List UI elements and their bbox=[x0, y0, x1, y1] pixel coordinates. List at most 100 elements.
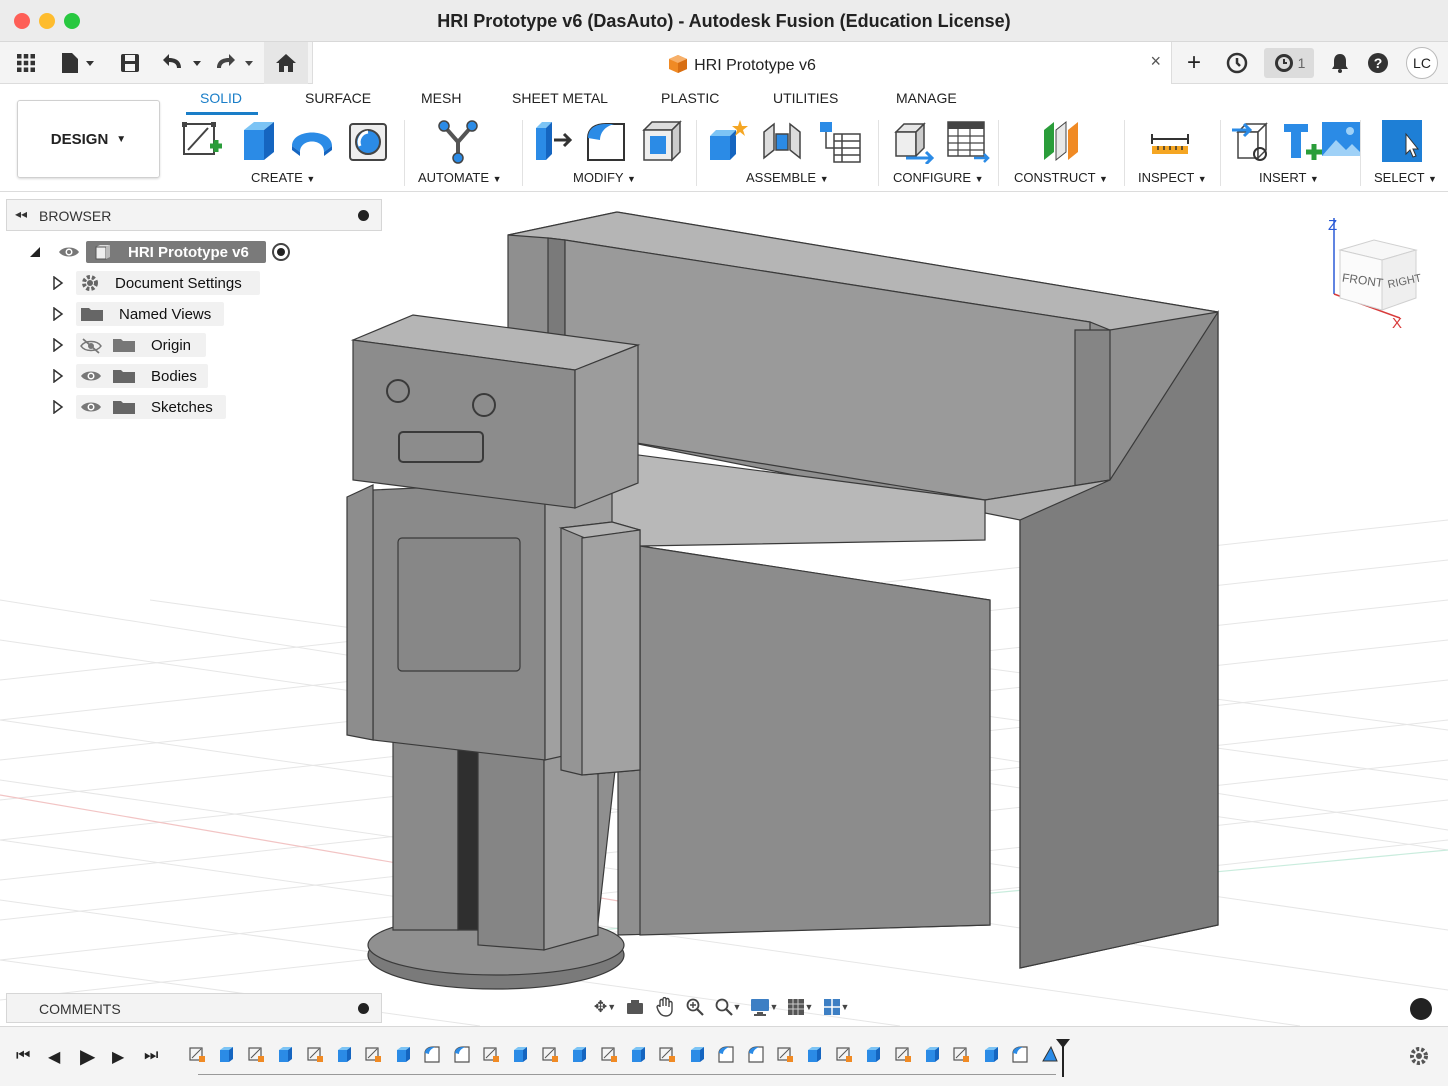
data-panel-grid-icon[interactable] bbox=[12, 48, 40, 78]
timeline-extrude-feature-icon[interactable] bbox=[805, 1045, 823, 1063]
timeline-extrude-feature-icon[interactable] bbox=[276, 1045, 294, 1063]
tree-root-row[interactable] bbox=[28, 240, 42, 264]
tab-utilities[interactable]: UTILITIES bbox=[773, 90, 838, 106]
browser-panel-header[interactable]: ◂◂ BROWSER bbox=[6, 199, 382, 231]
timeline-extrude-feature-icon[interactable] bbox=[217, 1045, 235, 1063]
timeline-sketch-feature-icon[interactable] bbox=[952, 1045, 970, 1063]
measure-icon[interactable] bbox=[1148, 118, 1192, 164]
timeline-extrude-feature-icon[interactable] bbox=[688, 1045, 706, 1063]
root-visibility-eye-icon[interactable] bbox=[58, 240, 80, 264]
tab-manage[interactable]: MANAGE bbox=[896, 90, 957, 106]
expand-triangle-icon[interactable] bbox=[52, 368, 64, 388]
look-at-icon[interactable] bbox=[620, 994, 650, 1020]
browser-pin-icon[interactable] bbox=[358, 210, 369, 221]
viewports-icon[interactable]: ▼ bbox=[818, 994, 854, 1020]
timeline-sketch-feature-icon[interactable] bbox=[776, 1045, 794, 1063]
timeline-extrude-feature-icon[interactable] bbox=[394, 1045, 412, 1063]
tree-root-item[interactable]: HRI Prototype v6 bbox=[86, 241, 266, 263]
tab-plastic[interactable]: PLASTIC bbox=[661, 90, 719, 106]
timeline-fillet-feature-icon[interactable] bbox=[453, 1045, 471, 1063]
timeline-sketch-feature-icon[interactable] bbox=[364, 1045, 382, 1063]
group-configure[interactable]: CONFIGURE ▼ bbox=[893, 170, 984, 185]
timeline-sketch-feature-icon[interactable] bbox=[247, 1045, 265, 1063]
expand-triangle-icon[interactable] bbox=[52, 337, 64, 357]
fit-icon[interactable]: ▼ bbox=[710, 994, 746, 1020]
joint-icon[interactable] bbox=[760, 118, 804, 164]
configure-icon[interactable] bbox=[892, 118, 936, 164]
timeline-play-icon[interactable]: ▶ bbox=[80, 1044, 95, 1069]
extensions-icon[interactable] bbox=[1222, 48, 1252, 78]
timeline-sketch-feature-icon[interactable] bbox=[658, 1045, 676, 1063]
notifications-bell-icon[interactable] bbox=[1326, 48, 1354, 78]
timeline-fillet-feature-icon[interactable] bbox=[717, 1045, 735, 1063]
shell-icon[interactable] bbox=[640, 118, 684, 164]
timeline-sketch-feature-icon[interactable] bbox=[482, 1045, 500, 1063]
tab-surface[interactable]: SURFACE bbox=[305, 90, 371, 106]
assistant-icon[interactable] bbox=[1410, 998, 1432, 1020]
visibility-eye-icon[interactable] bbox=[80, 369, 102, 388]
new-component-icon[interactable] bbox=[706, 118, 750, 164]
select-icon[interactable] bbox=[1380, 118, 1424, 164]
zoom-icon[interactable] bbox=[680, 994, 710, 1020]
robot-body[interactable] bbox=[346, 314, 641, 990]
timeline-extrude-feature-icon[interactable] bbox=[864, 1045, 882, 1063]
viewcube[interactable]: Z X FRONT RIGHT bbox=[1322, 214, 1432, 334]
timeline-settings-gear-icon[interactable] bbox=[1408, 1045, 1430, 1072]
timeline-fillet-feature-icon[interactable] bbox=[747, 1045, 765, 1063]
user-avatar[interactable]: LC bbox=[1406, 47, 1438, 79]
timeline-step-back-icon[interactable]: ◀ bbox=[48, 1047, 60, 1067]
timeline-extrude-feature-icon[interactable] bbox=[511, 1045, 529, 1063]
help-icon[interactable]: ? bbox=[1364, 48, 1392, 78]
grid-snaps-icon[interactable]: ▼ bbox=[782, 994, 818, 1020]
configuration-table-icon[interactable] bbox=[946, 118, 990, 164]
undo-icon[interactable] bbox=[160, 48, 208, 78]
group-automate[interactable]: AUTOMATE ▼ bbox=[418, 170, 502, 185]
timeline-step-forward-icon[interactable]: ▶︎ bbox=[112, 1047, 124, 1067]
group-modify[interactable]: MODIFY ▼ bbox=[573, 170, 636, 185]
tab-mesh[interactable]: MESH bbox=[421, 90, 461, 106]
create-sketch-icon[interactable] bbox=[180, 118, 224, 164]
timeline-sketch-feature-icon[interactable] bbox=[306, 1045, 324, 1063]
home-icon[interactable] bbox=[264, 42, 308, 84]
save-icon[interactable] bbox=[116, 48, 144, 78]
automate-icon[interactable] bbox=[436, 118, 480, 164]
visibility-eye-icon[interactable] bbox=[80, 400, 102, 419]
collapse-browser-icon[interactable]: ◂◂ bbox=[15, 207, 27, 221]
revolve-icon[interactable] bbox=[290, 118, 334, 164]
pan-hand-icon[interactable] bbox=[650, 994, 680, 1020]
comments-panel-header[interactable]: COMMENTS bbox=[6, 993, 382, 1023]
timeline-extrude-feature-icon[interactable] bbox=[335, 1045, 353, 1063]
display-settings-icon[interactable]: ▼ bbox=[746, 994, 782, 1020]
orbit-icon[interactable]: ✥ ▼ bbox=[590, 994, 620, 1020]
expand-triangle-icon[interactable] bbox=[52, 275, 64, 295]
timeline-sketch-feature-icon[interactable] bbox=[600, 1045, 618, 1063]
timeline-extrude-feature-icon[interactable] bbox=[570, 1045, 588, 1063]
extrude-icon[interactable] bbox=[236, 118, 280, 164]
group-assemble[interactable]: ASSEMBLE ▼ bbox=[746, 170, 829, 185]
document-tab[interactable]: HRI Prototype v6 × bbox=[312, 42, 1172, 84]
comments-add-icon[interactable] bbox=[358, 1003, 369, 1014]
timeline-extrude-feature-icon[interactable] bbox=[982, 1045, 1000, 1063]
timeline-extrude-feature-icon[interactable] bbox=[629, 1045, 647, 1063]
new-tab-button[interactable]: + bbox=[1180, 48, 1208, 78]
redo-icon[interactable] bbox=[212, 48, 260, 78]
timeline-sketch-feature-icon[interactable] bbox=[188, 1045, 206, 1063]
bill-of-materials-icon[interactable] bbox=[818, 118, 862, 164]
group-insert[interactable]: INSERT ▼ bbox=[1259, 170, 1319, 185]
collapse-triangle-icon[interactable] bbox=[28, 245, 42, 259]
hidden-eye-icon[interactable] bbox=[80, 338, 102, 359]
timeline-fillet-feature-icon[interactable] bbox=[1011, 1045, 1029, 1063]
timeline-plane-feature-icon[interactable] bbox=[1041, 1045, 1059, 1063]
press-pull-icon[interactable] bbox=[530, 118, 574, 164]
timeline-fillet-feature-icon[interactable] bbox=[423, 1045, 441, 1063]
group-select[interactable]: SELECT ▼ bbox=[1374, 170, 1437, 185]
offset-plane-icon[interactable] bbox=[1040, 118, 1084, 164]
activate-component-radio-icon[interactable] bbox=[270, 241, 292, 268]
timeline-sketch-feature-icon[interactable] bbox=[835, 1045, 853, 1063]
expand-triangle-icon[interactable] bbox=[52, 306, 64, 326]
insert-derive-icon[interactable] bbox=[1230, 118, 1274, 164]
hole-icon[interactable] bbox=[346, 118, 390, 164]
tab-solid[interactable]: SOLID bbox=[200, 90, 242, 106]
timeline-sketch-feature-icon[interactable] bbox=[894, 1045, 912, 1063]
job-status-button[interactable]: 1 bbox=[1264, 48, 1314, 78]
